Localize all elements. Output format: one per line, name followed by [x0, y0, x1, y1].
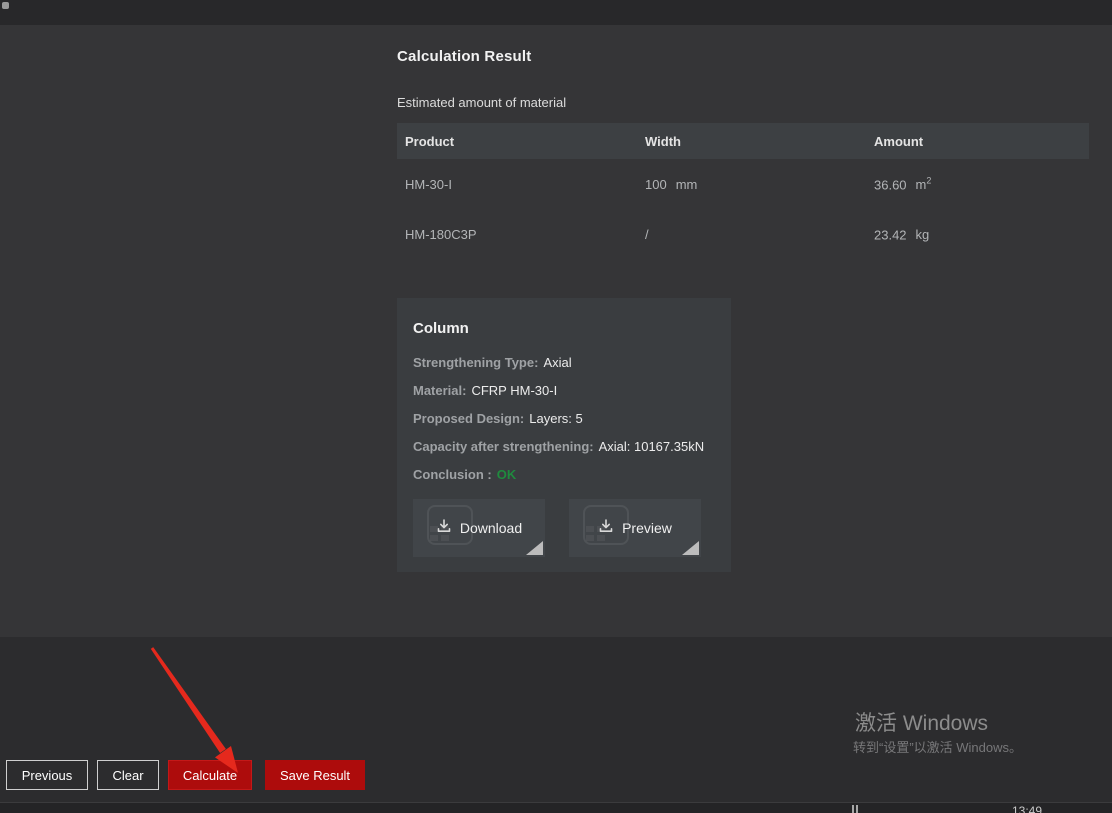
result-card: Column Strengthening Type:Axial Material…: [397, 298, 731, 572]
download-button[interactable]: Download: [413, 499, 545, 557]
amount-cell: 23.42kg: [866, 226, 1089, 242]
field-material: Material:CFRP HM-30-I: [413, 377, 715, 405]
preview-button-label: Preview: [622, 520, 672, 536]
table-header-row: Product Width Amount: [397, 123, 1089, 159]
product-cell: HM-30-I: [397, 177, 637, 192]
amount-cell: 36.60m2: [866, 176, 1089, 192]
table-header-width: Width: [637, 134, 866, 149]
field-capacity: Capacity after strengthening:Axial: 1016…: [413, 433, 715, 461]
save-result-button[interactable]: Save Result: [265, 760, 365, 790]
taskbar-clock: 13:49: [1012, 804, 1042, 813]
title-bar: [0, 0, 1112, 25]
product-cell: HM-180C3P: [397, 227, 637, 242]
field-conclusion: Conclusion :OK: [413, 461, 715, 489]
clear-button[interactable]: Clear: [97, 760, 159, 790]
conclusion-ok-badge: OK: [497, 467, 517, 482]
section-label: Estimated amount of material: [397, 95, 566, 110]
footer-bar: 激活 Windows 转到“设置”以激活 Windows。 Previous C…: [0, 637, 1112, 802]
preview-button[interactable]: Preview: [569, 499, 701, 557]
download-icon: [598, 518, 614, 539]
materials-table: Product Width Amount HM-30-I 100mm 36.60…: [397, 123, 1089, 259]
table-row: HM-30-I 100mm 36.60m2: [397, 159, 1089, 209]
activate-windows-watermark-line2: 转到“设置”以激活 Windows。: [853, 737, 1022, 756]
content-area: Calculation Result Estimated amount of m…: [0, 25, 1112, 637]
download-icon: [436, 518, 452, 539]
activate-windows-watermark-line1: 激活 Windows: [855, 707, 988, 737]
corner-triangle-icon: [526, 541, 543, 555]
previous-button[interactable]: Previous: [6, 760, 88, 790]
table-header-product: Product: [397, 134, 637, 149]
width-cell: /: [637, 227, 866, 242]
calculate-button[interactable]: Calculate: [168, 760, 252, 790]
field-proposed-design: Proposed Design:Layers: 5: [413, 405, 715, 433]
field-strengthening-type: Strengthening Type:Axial: [413, 349, 715, 377]
download-button-label: Download: [460, 520, 522, 536]
card-title: Column: [413, 320, 715, 337]
table-header-amount: Amount: [866, 134, 1089, 149]
window-artifact-dot: [2, 2, 9, 9]
table-row: HM-180C3P / 23.42kg: [397, 209, 1089, 259]
taskbar-sliver: 13:49: [0, 803, 1112, 813]
corner-triangle-icon: [682, 541, 699, 555]
page-title: Calculation Result: [397, 48, 531, 65]
width-cell: 100mm: [637, 177, 866, 192]
